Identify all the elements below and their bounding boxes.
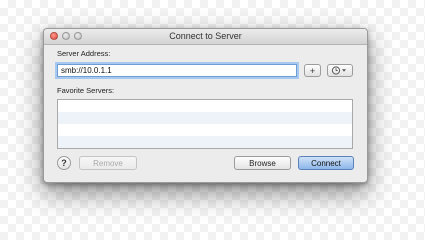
favorite-servers-label: Favorite Servers:	[57, 86, 115, 95]
server-address-label: Server Address:	[57, 49, 111, 58]
list-row	[58, 136, 352, 148]
list-row	[58, 124, 352, 136]
clock-dropdown-icon	[331, 66, 346, 75]
remove-button[interactable]: Remove	[79, 156, 137, 170]
server-address-input[interactable]	[57, 64, 297, 77]
window-title: Connect to Server	[169, 31, 242, 41]
recent-servers-button[interactable]	[327, 64, 353, 77]
browse-button[interactable]: Browse	[234, 156, 291, 170]
connect-to-server-window: Connect to Server Server Address: + Favo…	[43, 28, 368, 183]
favorite-servers-list[interactable]	[57, 99, 353, 149]
title-bar[interactable]: Connect to Server	[44, 29, 367, 45]
add-favorite-button[interactable]: +	[304, 64, 321, 77]
connect-button[interactable]: Connect	[298, 156, 354, 170]
help-button[interactable]: ?	[57, 156, 71, 170]
list-row	[58, 100, 352, 112]
list-row	[58, 112, 352, 124]
